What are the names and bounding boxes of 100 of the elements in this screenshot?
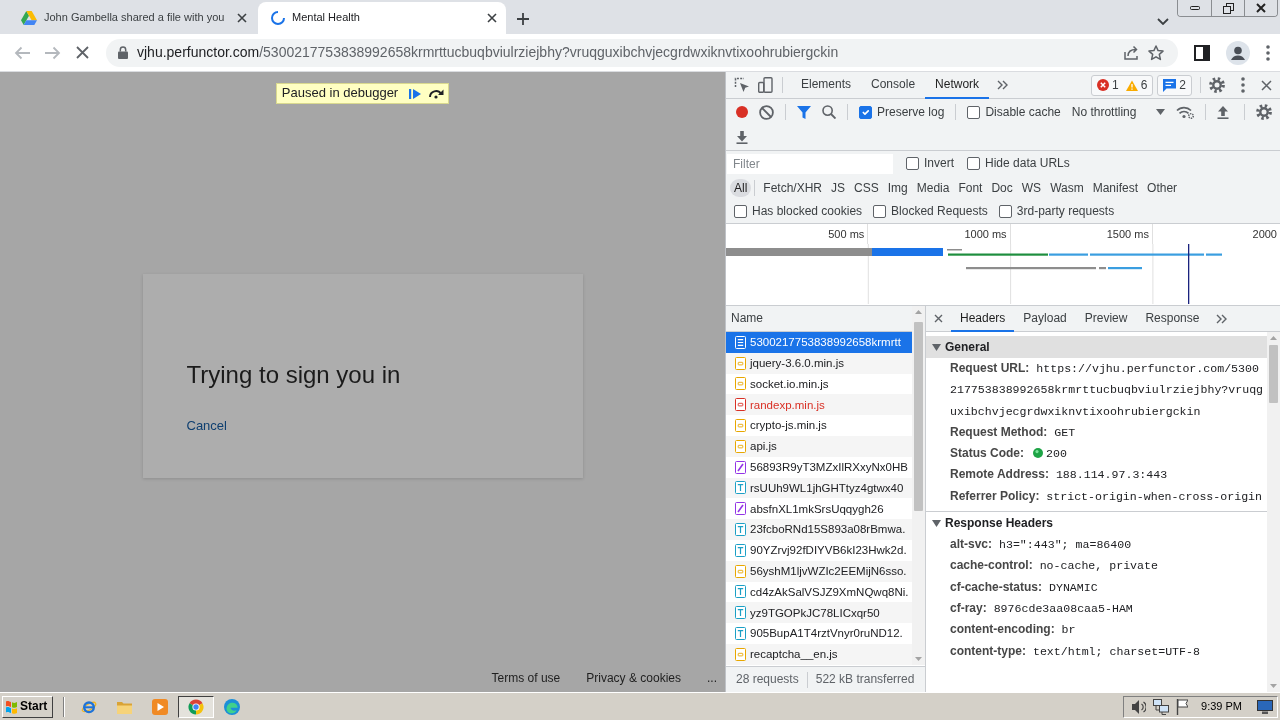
settings-icon[interactable] (1256, 104, 1272, 120)
clock[interactable]: 9:39 PM (1201, 699, 1242, 714)
taskbar-button[interactable] (178, 695, 215, 718)
footer-link[interactable]: Terms of use (491, 671, 561, 686)
type-filter-tab[interactable]: Other (1143, 179, 1182, 197)
more-tabs-icon[interactable] (997, 80, 1009, 90)
network-icon[interactable] (1153, 698, 1170, 715)
footer-link[interactable]: ... (707, 671, 717, 686)
stop-icon[interactable] (76, 46, 89, 59)
start-button[interactable]: Start (2, 695, 54, 718)
summary-text: 522 kB transferred (815, 672, 915, 687)
search-icon[interactable] (822, 105, 836, 119)
menu-icon[interactable] (1241, 77, 1245, 93)
checkbox[interactable] (998, 205, 1012, 218)
checkbox-label[interactable]: Has blocked cookies (752, 204, 863, 219)
inspect-icon[interactable] (734, 77, 750, 93)
checkbox[interactable] (734, 205, 747, 218)
plus-icon[interactable] (517, 12, 529, 25)
flag-icon[interactable] (1176, 698, 1189, 715)
header-line: cf-ray: 8976cde3aa08caa5-HAM (949, 599, 1134, 617)
checkbox-label[interactable]: Preserve log (877, 104, 945, 120)
close-icon[interactable] (934, 314, 943, 323)
filter-icon[interactable] (797, 105, 811, 119)
checkbox[interactable] (873, 205, 887, 218)
chevron-down-icon[interactable] (1157, 17, 1169, 25)
menu-icon[interactable] (1266, 44, 1270, 61)
details-tab[interactable]: Response (1136, 306, 1209, 332)
type-filter-tab[interactable]: Media (912, 179, 954, 197)
type-filter-tab[interactable]: WS (1017, 179, 1046, 197)
details-tab[interactable]: Payload (1014, 306, 1076, 332)
panel-tab[interactable]: Elements (791, 72, 862, 99)
close-icon[interactable] (237, 13, 247, 23)
scrollbar[interactable] (1267, 332, 1280, 692)
profile-avatar-icon[interactable] (1226, 40, 1250, 65)
checkbox[interactable] (906, 157, 919, 170)
type-filter-tab[interactable]: All (730, 179, 752, 197)
more-tabs-icon[interactable] (1216, 313, 1228, 324)
settings-icon[interactable] (1209, 77, 1225, 93)
type-filter-tab[interactable]: JS (827, 179, 850, 197)
address-bar[interactable]: vjhu.perfunctor.com/5300217753838992658krmrttucbuqbviulrziejbhy?vruqguxibchvjecgrdwxiknvtixoohrubiergckin (106, 38, 1178, 67)
checkbox-label[interactable]: Disable cache (985, 104, 1061, 120)
request-row[interactable]: 5300217753838992658krmrtt (726, 332, 912, 353)
checkbox[interactable] (967, 105, 981, 119)
speaker-icon[interactable] (1132, 698, 1147, 715)
messages-counter-button[interactable]: 2 (1157, 74, 1192, 96)
request-row[interactable]: rsUUh9WL1jhGHTtyz4gtwx40 (726, 477, 912, 499)
browser-tab[interactable]: Mental Health (258, 2, 506, 34)
upload-icon[interactable] (1217, 105, 1230, 119)
cancel-link[interactable]: Cancel (186, 418, 227, 434)
wifi-gear-icon[interactable] (1176, 105, 1195, 119)
type-filter-tab[interactable]: Wasm (1046, 179, 1088, 197)
expand-triangle-icon[interactable] (932, 343, 941, 351)
step-over-icon[interactable] (428, 88, 445, 99)
filter-field[interactable]: Filter (727, 153, 893, 174)
section-header[interactable]: Response Headers (926, 512, 1267, 535)
type-filter-tab[interactable]: Fetch/XHR (759, 179, 827, 197)
expand-triangle-icon[interactable] (932, 519, 941, 527)
request-row[interactable]: yz9TGOPkJC78LICxqr50 (726, 602, 912, 624)
type-filter-tab[interactable]: Img (883, 179, 912, 197)
panel-tab[interactable]: Console (861, 72, 926, 99)
resume-icon[interactable] (409, 87, 422, 100)
share-icon[interactable] (1124, 45, 1139, 60)
checkbox-label[interactable]: Blocked Requests (891, 204, 988, 219)
column-header[interactable]: Name (726, 306, 912, 332)
star-icon[interactable] (1148, 44, 1164, 61)
details-tab[interactable]: Headers (951, 306, 1015, 332)
download-icon[interactable] (736, 131, 748, 144)
checkbox-label[interactable]: 3rd-party requests (1016, 204, 1115, 219)
footer-link[interactable]: Privacy & cookies (586, 671, 681, 686)
side-panel-icon[interactable] (1194, 44, 1210, 61)
close-icon[interactable] (1261, 79, 1272, 91)
type-filter-tab[interactable]: CSS (850, 179, 883, 197)
section-header[interactable]: General (926, 336, 1267, 358)
issues-counter-button[interactable]: 1 6 (1090, 74, 1154, 96)
throttling-dropdown[interactable]: No throttling (1071, 104, 1166, 120)
details-tab[interactable]: Preview (1075, 306, 1137, 332)
request-row[interactable]: randexp.min.js (726, 394, 912, 416)
device-icon[interactable] (758, 77, 774, 93)
scrollbar[interactable] (912, 306, 925, 665)
request-row[interactable]: 56yshM1ljvWZIc2EEMijN6sso. (726, 560, 912, 582)
monitor-icon[interactable] (1257, 699, 1273, 714)
type-filter-tab[interactable]: Manifest (1088, 179, 1143, 197)
close-icon[interactable] (487, 13, 497, 23)
request-row[interactable]: recaptcha__en.js (726, 643, 912, 665)
request-row[interactable]: jquery-3.6.0.min.js (726, 352, 912, 374)
type-filter-tab[interactable]: Doc (987, 179, 1017, 197)
lock-icon[interactable] (118, 46, 128, 59)
checkbox[interactable] (859, 105, 872, 119)
checkbox[interactable] (967, 157, 980, 170)
checkbox-label[interactable]: Invert (924, 156, 954, 171)
file-icon (735, 502, 746, 516)
browser-tab[interactable]: John Gambella shared a file with you (8, 2, 256, 34)
tick-label: 2000 (1252, 228, 1277, 240)
request-row[interactable]: 23fcboRNd15S893a08rBmwa. (726, 519, 912, 540)
type-filter-tab[interactable]: Font (954, 179, 987, 197)
close-button[interactable] (1244, 0, 1277, 16)
clear-icon[interactable] (759, 104, 774, 120)
request-row[interactable]: api.js (726, 436, 912, 457)
checkbox-label[interactable]: Hide data URLs (985, 156, 1070, 171)
record-icon[interactable] (736, 106, 748, 118)
